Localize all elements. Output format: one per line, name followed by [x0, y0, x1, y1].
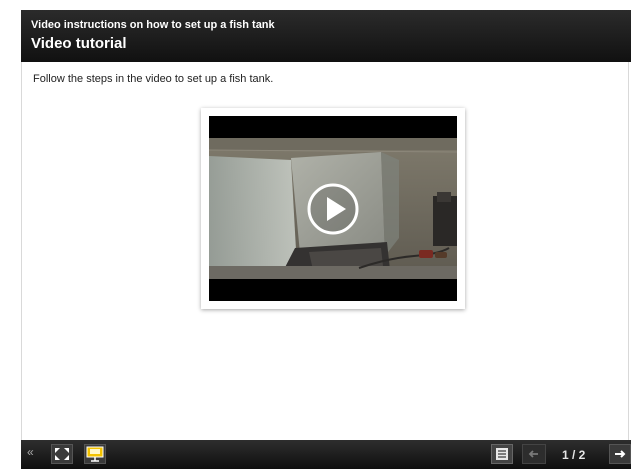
page-title: Video tutorial: [31, 35, 127, 52]
collapse-sidebar-button[interactable]: «: [27, 445, 34, 459]
menu-button[interactable]: [491, 444, 513, 464]
arrow-left-icon: [528, 450, 538, 458]
letterbox-bottom: [209, 279, 457, 301]
page-counter: 1 / 2: [562, 448, 586, 462]
play-icon: [307, 183, 359, 235]
presenter-button[interactable]: [84, 444, 106, 464]
arrow-right-icon: [615, 450, 626, 458]
double-chevron-left-icon: «: [27, 445, 34, 459]
instructions-text: Follow the steps in the video to set up …: [33, 73, 274, 85]
presenter-icon: [86, 446, 104, 462]
play-button[interactable]: [306, 182, 360, 236]
previous-page-button[interactable]: [522, 444, 546, 464]
letterbox-top: [209, 116, 457, 138]
video-player[interactable]: [209, 116, 457, 301]
fullscreen-button[interactable]: [51, 444, 73, 464]
video-card: [201, 108, 465, 309]
fullscreen-icon: [55, 448, 69, 460]
header-bar: Video instructions on how to set up a fi…: [21, 10, 631, 62]
next-page-button[interactable]: [609, 444, 631, 464]
content-border-right: [628, 62, 629, 440]
content-border-left: [21, 62, 22, 440]
lesson-title: Video instructions on how to set up a fi…: [31, 19, 275, 31]
menu-list-icon: [496, 448, 508, 460]
